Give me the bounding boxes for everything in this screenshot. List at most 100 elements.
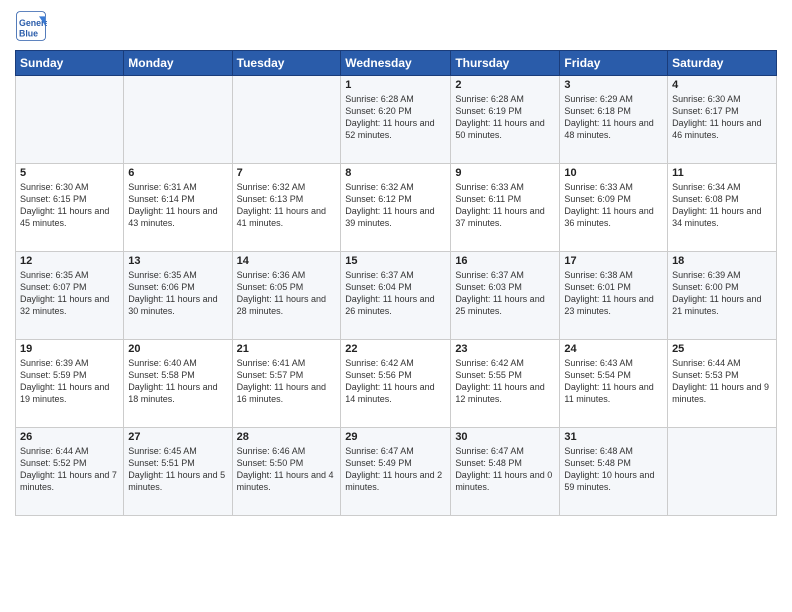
day-number: 28	[237, 431, 337, 443]
day-info: Sunrise: 6:32 AM Sunset: 6:12 PM Dayligh…	[345, 181, 446, 230]
calendar-cell: 31 Sunrise: 6:48 AM Sunset: 5:48 PM Dayli…	[560, 428, 668, 516]
day-info: Sunrise: 6:44 AM Sunset: 5:53 PM Dayligh…	[672, 357, 772, 406]
day-number: 30	[455, 431, 555, 443]
day-info: Sunrise: 6:39 AM Sunset: 6:00 PM Dayligh…	[672, 269, 772, 318]
day-info: Sunrise: 6:39 AM Sunset: 5:59 PM Dayligh…	[20, 357, 119, 406]
day-number: 17	[564, 255, 663, 267]
calendar-cell: 27 Sunrise: 6:45 AM Sunset: 5:51 PM Dayli…	[124, 428, 232, 516]
calendar-cell: 21 Sunrise: 6:41 AM Sunset: 5:57 PM Dayli…	[232, 340, 341, 428]
day-number: 3	[564, 79, 663, 91]
calendar-cell: 30 Sunrise: 6:47 AM Sunset: 5:48 PM Dayli…	[451, 428, 560, 516]
day-number: 1	[345, 79, 446, 91]
day-number: 25	[672, 343, 772, 355]
day-info: Sunrise: 6:46 AM Sunset: 5:50 PM Dayligh…	[237, 445, 337, 494]
calendar-cell: 19 Sunrise: 6:39 AM Sunset: 5:59 PM Dayli…	[16, 340, 124, 428]
day-number: 5	[20, 167, 119, 179]
calendar-cell: 29Sunrise: 6:47 AM Sunset: 5:49 PM Dayli…	[341, 428, 451, 516]
day-number: 4	[672, 79, 772, 91]
calendar-week-row: 1 Sunrise: 6:28 AM Sunset: 6:20 PM Daylig…	[16, 76, 777, 164]
calendar-cell: 2 Sunrise: 6:28 AM Sunset: 6:19 PM Daylig…	[451, 76, 560, 164]
calendar-cell: 15 Sunrise: 6:37 AM Sunset: 6:04 PM Dayli…	[341, 252, 451, 340]
day-number: 16	[455, 255, 555, 267]
calendar-cell	[124, 76, 232, 164]
weekday-header: Thursday	[451, 51, 560, 76]
calendar-cell	[232, 76, 341, 164]
day-number: 2	[455, 79, 555, 91]
calendar-week-row: 19 Sunrise: 6:39 AM Sunset: 5:59 PM Dayli…	[16, 340, 777, 428]
day-info: Sunrise: 6:28 AM Sunset: 6:20 PM Dayligh…	[345, 93, 446, 142]
day-info: Sunrise: 6:32 AM Sunset: 6:13 PM Dayligh…	[237, 181, 337, 230]
calendar-cell: 10 Sunrise: 6:33 AM Sunset: 6:09 PM Dayli…	[560, 164, 668, 252]
day-number: 21	[237, 343, 337, 355]
calendar-cell: 17 Sunrise: 6:38 AM Sunset: 6:01 PM Dayli…	[560, 252, 668, 340]
calendar-cell: 7 Sunrise: 6:32 AM Sunset: 6:13 PM Daylig…	[232, 164, 341, 252]
calendar-cell: 14Sunrise: 6:36 AM Sunset: 6:05 PM Dayli…	[232, 252, 341, 340]
day-info: Sunrise: 6:48 AM Sunset: 5:48 PM Dayligh…	[564, 445, 663, 494]
day-info: Sunrise: 6:35 AM Sunset: 6:07 PM Dayligh…	[20, 269, 119, 318]
day-number: 7	[237, 167, 337, 179]
day-info: Sunrise: 6:47 AM Sunset: 5:49 PM Dayligh…	[345, 445, 446, 494]
weekday-header: Saturday	[668, 51, 777, 76]
day-info: Sunrise: 6:35 AM Sunset: 6:06 PM Dayligh…	[128, 269, 227, 318]
day-info: Sunrise: 6:37 AM Sunset: 6:03 PM Dayligh…	[455, 269, 555, 318]
day-number: 23	[455, 343, 555, 355]
day-info: Sunrise: 6:33 AM Sunset: 6:09 PM Dayligh…	[564, 181, 663, 230]
calendar-header: SundayMondayTuesdayWednesdayThursdayFrid…	[16, 51, 777, 76]
day-number: 24	[564, 343, 663, 355]
day-number: 13	[128, 255, 227, 267]
calendar-cell: 24 Sunrise: 6:43 AM Sunset: 5:54 PM Dayli…	[560, 340, 668, 428]
calendar-table: SundayMondayTuesdayWednesdayThursdayFrid…	[15, 50, 777, 516]
calendar-body: 1 Sunrise: 6:28 AM Sunset: 6:20 PM Daylig…	[16, 76, 777, 516]
weekday-header: Tuesday	[232, 51, 341, 76]
day-info: Sunrise: 6:47 AM Sunset: 5:48 PM Dayligh…	[455, 445, 555, 494]
day-info: Sunrise: 6:28 AM Sunset: 6:19 PM Dayligh…	[455, 93, 555, 142]
day-number: 6	[128, 167, 227, 179]
weekday-header: Friday	[560, 51, 668, 76]
day-number: 26	[20, 431, 119, 443]
day-number: 20	[128, 343, 227, 355]
weekday-header: Monday	[124, 51, 232, 76]
calendar-cell: 4 Sunrise: 6:30 AM Sunset: 6:17 PM Daylig…	[668, 76, 777, 164]
calendar-week-row: 26 Sunrise: 6:44 AM Sunset: 5:52 PM Dayli…	[16, 428, 777, 516]
page-container: General Blue SundayMondayTuesdayWednesda…	[0, 0, 792, 526]
calendar-cell: 11Sunrise: 6:34 AM Sunset: 6:08 PM Dayli…	[668, 164, 777, 252]
calendar-cell: 6Sunrise: 6:31 AM Sunset: 6:14 PM Daylig…	[124, 164, 232, 252]
day-number: 19	[20, 343, 119, 355]
day-info: Sunrise: 6:44 AM Sunset: 5:52 PM Dayligh…	[20, 445, 119, 494]
day-number: 27	[128, 431, 227, 443]
day-info: Sunrise: 6:29 AM Sunset: 6:18 PM Dayligh…	[564, 93, 663, 142]
day-info: Sunrise: 6:45 AM Sunset: 5:51 PM Dayligh…	[128, 445, 227, 494]
logo: General Blue	[15, 10, 49, 42]
header-row: SundayMondayTuesdayWednesdayThursdayFrid…	[16, 51, 777, 76]
calendar-cell	[16, 76, 124, 164]
day-number: 11	[672, 167, 772, 179]
day-number: 12	[20, 255, 119, 267]
day-number: 8	[345, 167, 446, 179]
calendar-cell: 1 Sunrise: 6:28 AM Sunset: 6:20 PM Daylig…	[341, 76, 451, 164]
day-info: Sunrise: 6:43 AM Sunset: 5:54 PM Dayligh…	[564, 357, 663, 406]
calendar-week-row: 5Sunrise: 6:30 AM Sunset: 6:15 PM Daylig…	[16, 164, 777, 252]
header: General Blue	[15, 10, 777, 42]
calendar-cell	[668, 428, 777, 516]
weekday-header: Wednesday	[341, 51, 451, 76]
calendar-cell: 3 Sunrise: 6:29 AM Sunset: 6:18 PM Daylig…	[560, 76, 668, 164]
day-number: 15	[345, 255, 446, 267]
calendar-week-row: 12 Sunrise: 6:35 AM Sunset: 6:07 PM Dayli…	[16, 252, 777, 340]
day-info: Sunrise: 6:42 AM Sunset: 5:55 PM Dayligh…	[455, 357, 555, 406]
day-number: 22	[345, 343, 446, 355]
day-info: Sunrise: 6:33 AM Sunset: 6:11 PM Dayligh…	[455, 181, 555, 230]
calendar-cell: 8 Sunrise: 6:32 AM Sunset: 6:12 PM Daylig…	[341, 164, 451, 252]
day-info: Sunrise: 6:38 AM Sunset: 6:01 PM Dayligh…	[564, 269, 663, 318]
day-info: Sunrise: 6:30 AM Sunset: 6:17 PM Dayligh…	[672, 93, 772, 142]
logo-icon: General Blue	[15, 10, 47, 42]
calendar-cell: 16 Sunrise: 6:37 AM Sunset: 6:03 PM Dayli…	[451, 252, 560, 340]
svg-text:Blue: Blue	[19, 28, 38, 38]
day-info: Sunrise: 6:37 AM Sunset: 6:04 PM Dayligh…	[345, 269, 446, 318]
calendar-cell: 22Sunrise: 6:42 AM Sunset: 5:56 PM Dayli…	[341, 340, 451, 428]
calendar-cell: 25 Sunrise: 6:44 AM Sunset: 5:53 PM Dayli…	[668, 340, 777, 428]
day-info: Sunrise: 6:41 AM Sunset: 5:57 PM Dayligh…	[237, 357, 337, 406]
day-number: 10	[564, 167, 663, 179]
day-info: Sunrise: 6:36 AM Sunset: 6:05 PM Dayligh…	[237, 269, 337, 318]
calendar-cell: 5Sunrise: 6:30 AM Sunset: 6:15 PM Daylig…	[16, 164, 124, 252]
day-number: 31	[564, 431, 663, 443]
